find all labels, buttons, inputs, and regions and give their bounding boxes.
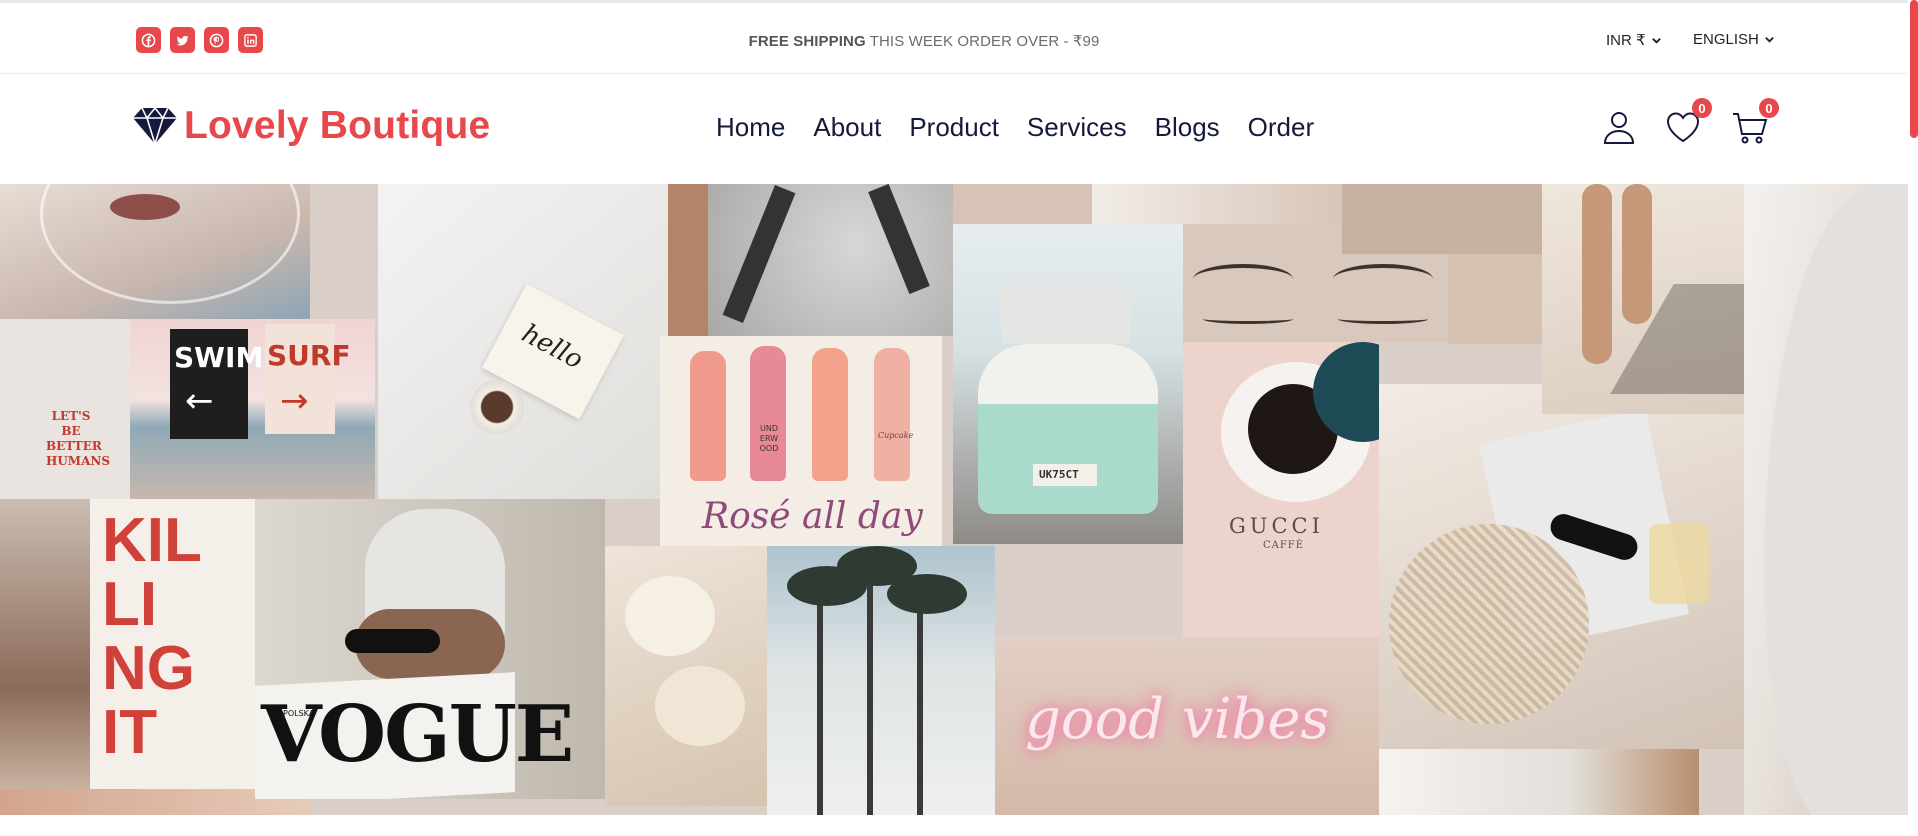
main-nav: Home About Product Services Blogs Order [716,112,1314,143]
seashells-tile [605,546,767,806]
nav-about[interactable]: About [813,112,881,143]
hello-card-tile: hello [378,184,668,499]
gucci-coffee-tile: GUCCI CAFFÈ [1183,342,1379,637]
vogue-tile: VOGUE POLSKA [255,499,605,799]
brand-logo[interactable]: Lovely Boutique [132,104,490,148]
ocean-foam-tile [1744,184,1908,815]
wishlist-count-badge: 0 [1692,98,1712,118]
nav-home[interactable]: Home [716,112,785,143]
brand-name: Lovely Boutique [184,104,491,147]
scrollbar-thumb[interactable] [1910,0,1918,138]
top-bar: FREE SHIPPING THIS WEEK ORDER OVER - ₹99… [0,0,1908,74]
good-vibes-tile: good vibes [995,637,1381,815]
better-humans-tile: LET'S BE BETTER HUMANS [0,319,130,499]
promo-highlight: FREE SHIPPING [748,33,866,50]
promo-text: THIS WEEK ORDER OVER - ₹99 [865,33,1100,50]
white-wall-tile [1379,749,1699,815]
diamond-icon [133,106,177,145]
palm-trees-tile [767,546,995,815]
champagne-shadow-tile [708,184,953,336]
wishlist-button[interactable]: 0 [1664,98,1712,146]
palm-silhouette-tile [1092,184,1342,224]
cart-count-badge: 0 [1759,98,1779,118]
rose-all-day-tile: UND ERW OOD Cupcake Rosé all day [660,336,942,546]
sand-tile [1342,184,1542,254]
chevron-down-icon [1651,37,1661,44]
language-selector[interactable]: ENGLISH [1693,31,1775,48]
currency-selector[interactable]: INR ₹ [1606,31,1662,49]
swim-surf-sign-tile: SWIM SURF ← → [130,319,375,499]
language-label: ENGLISH [1693,31,1759,48]
vw-van-tile: UK75CT [953,224,1183,544]
currency-label: INR ₹ [1606,32,1646,49]
nav-blogs[interactable]: Blogs [1155,112,1220,143]
magazine-net-bag-tile [1379,384,1744,749]
header-actions: 0 0 [1600,98,1780,154]
nav-product[interactable]: Product [909,112,999,143]
killing-it-tile: KIL LI NG IT [90,499,260,789]
sand-texture-tile [1448,254,1542,344]
cart-button[interactable]: 0 [1731,98,1779,146]
nav-order[interactable]: Order [1248,112,1314,143]
account-button[interactable] [1600,104,1640,146]
beach-dog-tile [0,499,90,815]
hero-collage-banner[interactable]: LET'S BE BETTER HUMANS SWIM SURF ← → KIL… [0,184,1908,815]
promo-banner: FREE SHIPPING THIS WEEK ORDER OVER - ₹99 [0,32,1848,50]
chevron-down-icon [1765,37,1774,43]
main-header: Lovely Boutique Home About Product Servi… [0,74,1908,184]
nav-services[interactable]: Services [1027,112,1127,143]
user-icon [1603,112,1635,144]
wood-strip-tile [668,184,708,336]
wine-glass-tile [0,184,310,319]
